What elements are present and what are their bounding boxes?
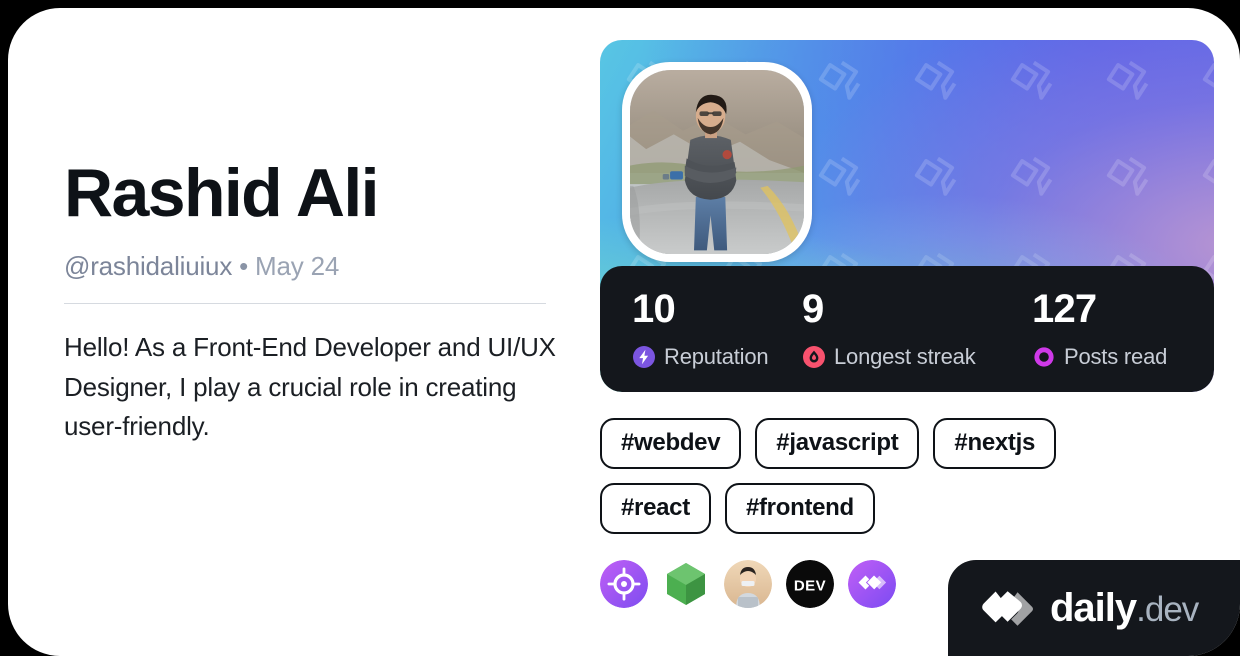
page-title: Rashid Ali bbox=[64, 155, 380, 231]
stat-longest-streak: 9 Longest streak bbox=[802, 289, 1032, 370]
daily-dev-icon[interactable] bbox=[848, 560, 896, 609]
profile-bio: Hello! As a Front-End Developer and UI/U… bbox=[64, 332, 556, 442]
daily-dev-logo-icon bbox=[982, 591, 1033, 626]
join-date: May 24 bbox=[255, 251, 340, 282]
tag-item[interactable]: #webdev bbox=[600, 418, 742, 470]
tag-item[interactable]: #frontend bbox=[724, 483, 875, 535]
target-icon[interactable] bbox=[600, 560, 648, 609]
stat-reputation: 10 Reputation bbox=[632, 289, 802, 370]
profile-details: Rashid Ali @rashidaliuiux • May 24 Hello! … bbox=[64, 155, 556, 447]
divider bbox=[64, 303, 546, 305]
dev-card: Rashid Ali @rashidaliuiux • May 24 Hello! … bbox=[8, 8, 1240, 656]
tag-list: #webdev #javascript #nextjs #react #fron… bbox=[600, 418, 1180, 535]
user-handle: @rashidaliuiux bbox=[64, 251, 233, 282]
stats-bar: 10 Reputation 9 Longest streak 127 Posts… bbox=[600, 266, 1214, 392]
daily-dev-badge: daily .dev bbox=[948, 560, 1240, 656]
hexagon-icon[interactable] bbox=[662, 560, 710, 608]
stat-value: 127 bbox=[1032, 286, 1097, 331]
avatar bbox=[622, 62, 812, 262]
stat-value: 10 bbox=[632, 286, 676, 331]
cover-image: 10 Reputation 9 Longest streak 127 Posts… bbox=[600, 40, 1214, 392]
stat-label: Posts read bbox=[1064, 343, 1168, 369]
bolt-icon bbox=[633, 345, 655, 368]
flame-icon bbox=[803, 345, 825, 368]
stat-value: 9 bbox=[802, 286, 824, 331]
brand-suffix: .dev bbox=[1136, 590, 1199, 629]
brand-name: daily bbox=[1050, 586, 1137, 630]
handle-and-date: @rashidaliuiux • May 24 bbox=[64, 251, 554, 282]
stat-posts-read: 127 Posts read bbox=[1032, 289, 1167, 370]
svg-text:DEV: DEV bbox=[794, 578, 826, 595]
profile-card-right: 10 Reputation 9 Longest streak 127 Posts… bbox=[600, 40, 1214, 609]
daily-dev-wordmark: daily .dev bbox=[1050, 586, 1199, 630]
avatar-photo bbox=[630, 70, 804, 254]
stat-label: Reputation bbox=[664, 343, 769, 369]
separator-dot: • bbox=[239, 251, 249, 282]
dev-to-icon[interactable]: DEV bbox=[786, 560, 834, 609]
stat-label: Longest streak bbox=[834, 343, 976, 369]
tag-item[interactable]: #react bbox=[600, 483, 711, 535]
ring-icon bbox=[1034, 346, 1054, 367]
tag-item[interactable]: #javascript bbox=[755, 418, 920, 470]
tag-item[interactable]: #nextjs bbox=[933, 418, 1057, 470]
avatar-icon[interactable] bbox=[724, 560, 772, 609]
